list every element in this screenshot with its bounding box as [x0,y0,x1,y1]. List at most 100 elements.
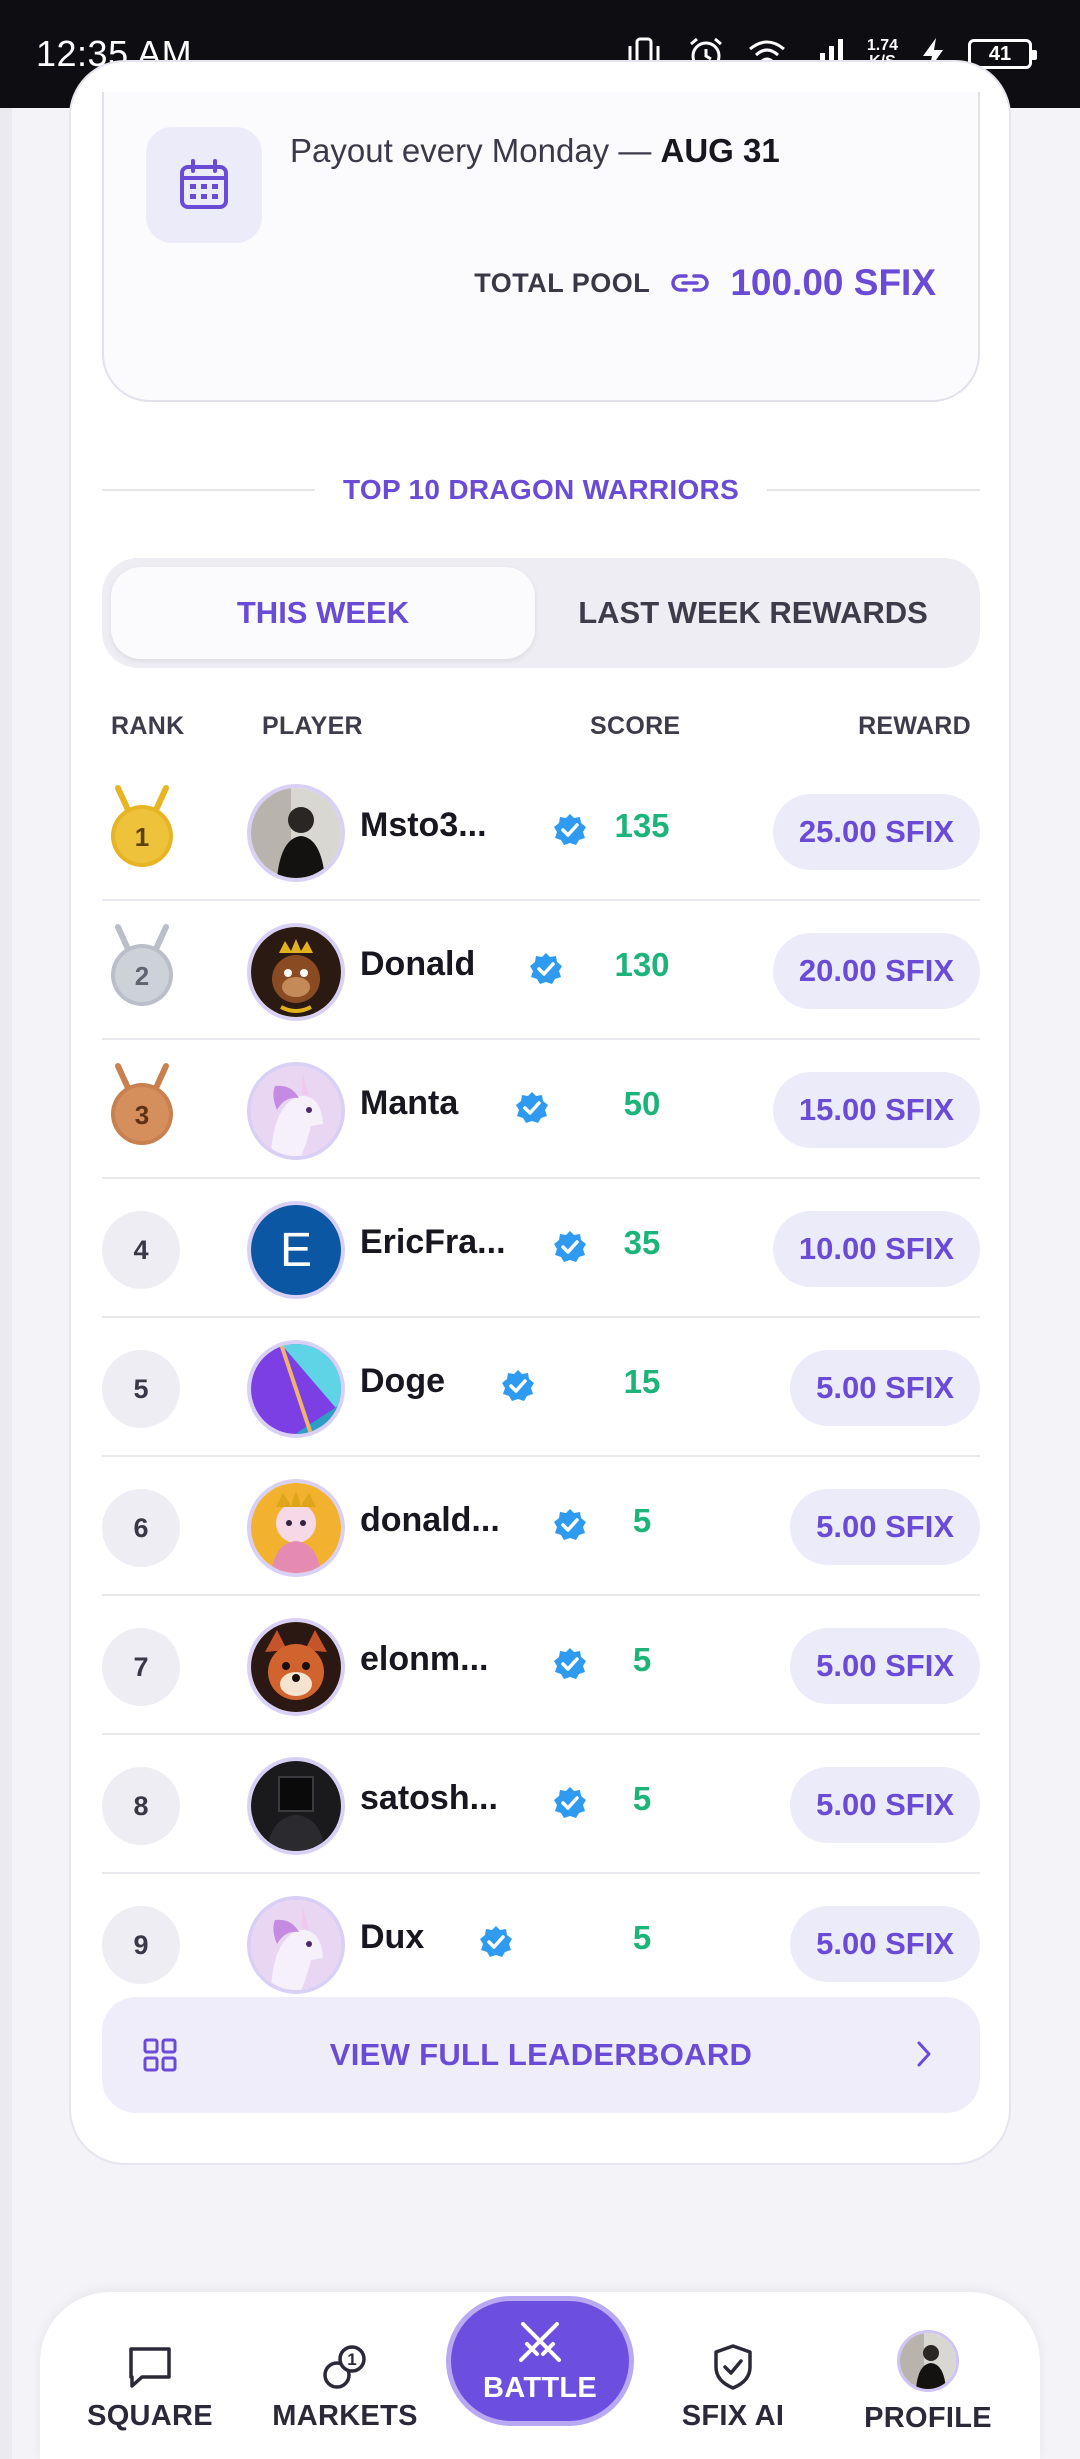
player-name[interactable]: Donald [360,945,475,984]
verified-icon [516,1092,548,1123]
player-name[interactable]: Dux [360,1918,424,1957]
table-row[interactable]: 6 donald... 5 5.00 SFIX [102,1457,980,1596]
player-name[interactable]: Msto3... [360,806,487,845]
network-speed-value: 1.74 [866,37,898,54]
player-score: 5 [632,1502,652,1539]
avatar[interactable] [247,1757,345,1855]
reward-amount: 25.00 SFIX [798,814,954,849]
crossed-swords-icon [519,2321,561,2362]
player-score: 130 [614,946,670,983]
reward-amount: 5.00 SFIX [816,1648,954,1683]
rank-badge: 4 [102,1211,180,1289]
reward-pill: 5.00 SFIX [790,1628,980,1704]
avatar-letter: E [279,1223,312,1277]
nav-square[interactable]: SQUARE [60,2292,240,2459]
avatar[interactable] [247,1618,345,1716]
avatar[interactable] [247,923,345,1021]
divider [767,489,981,491]
avatar[interactable] [247,1896,345,1994]
reward-amount: 10.00 SFIX [798,1231,954,1266]
column-rank: RANK [111,712,185,740]
avatar [897,2330,959,2392]
verified-icon [480,1926,512,1957]
total-pool-label: TOTAL POOL [474,267,651,298]
table-row[interactable]: 4 E EricFra... 35 10.00 SFIX [102,1179,980,1318]
total-pool-value: 100.00 SFIX [730,262,936,303]
reward-amount: 5.00 SFIX [816,1926,954,1961]
player-name[interactable]: Doge [360,1362,445,1401]
reward-amount: 20.00 SFIX [798,953,954,988]
rank-badge: 8 [102,1767,180,1845]
payout-date: AUG 31 [660,132,780,169]
avatar[interactable] [247,1479,345,1577]
player-score: 5 [632,1641,652,1678]
rank-number: 2 [135,961,149,991]
reward-amount: 5.00 SFIX [816,1370,954,1405]
nav-battle[interactable]: BATTLE [446,2296,634,2426]
nav-markets[interactable]: 1 MARKETS [255,2292,435,2459]
table-row[interactable]: 1 Msto3... 135 25.00 SFIX [102,762,980,901]
calendar-icon [180,159,228,209]
nav-markets-label: MARKETS [272,2400,418,2432]
markets-badge-text: 1 [347,2350,356,2369]
tab-this-week[interactable]: THIS WEEK [111,567,535,659]
gold-medal-icon: 1 [111,785,173,867]
reward-amount: 5.00 SFIX [816,1787,954,1822]
avatar[interactable]: E [247,1201,345,1299]
reward-amount: 5.00 SFIX [816,1509,954,1544]
reward-pill: 25.00 SFIX [772,794,980,870]
reward-pill: 10.00 SFIX [772,1211,980,1287]
table-row[interactable]: 2 Donald 130 20.00 SFIX [102,901,980,1040]
payout-text: Payout every Monday — [290,132,661,169]
avatar[interactable] [247,1062,345,1160]
table-row[interactable]: 7 elonm... 5 5.00 SFIX [102,1596,980,1735]
link-icon[interactable] [670,270,710,296]
table-header: RANK PLAYER SCORE REWARD [102,708,980,748]
chat-bubble-icon [129,2347,171,2388]
avatar[interactable] [247,784,345,882]
nav-profile-label: PROFILE [864,2402,992,2434]
rank-number: 3 [135,1100,149,1130]
table-row[interactable]: 9 Dux 5 5.00 SFIX [102,1874,980,2013]
reward-pill: 15.00 SFIX [772,1072,980,1148]
payout-schedule: Payout every Monday — AUG 31 [290,132,780,170]
reward-pill: 5.00 SFIX [790,1489,980,1565]
rank-badge: 7 [102,1628,180,1706]
silver-medal-icon: 2 [111,924,173,1006]
player-score: 5 [632,1919,652,1956]
divider [102,489,315,491]
player-name[interactable]: elonm... [360,1640,488,1679]
tab-last-week-rewards[interactable]: LAST WEEK REWARDS [535,567,971,659]
player-name[interactable]: donald... [360,1501,500,1540]
player-name[interactable]: satosh... [360,1779,498,1818]
avatar[interactable] [247,1340,345,1438]
player-score: 50 [623,1085,661,1122]
rank-badge: 5 [102,1350,180,1428]
nav-sfix-ai[interactable]: SFIX AI [643,2292,823,2459]
reward-pill: 5.00 SFIX [790,1906,980,1982]
view-full-leaderboard-button[interactable]: VIEW FULL LEADERBOARD [102,1997,980,2113]
battery-level: 41 [988,42,1012,65]
calendar-tile [146,127,262,243]
player-name[interactable]: Manta [360,1084,458,1123]
table-row[interactable]: 3 Manta 50 15.00 SFIX [102,1040,980,1179]
table-row[interactable]: 8 satosh... 5 5.00 SFIX [102,1735,980,1874]
reward-pill: 5.00 SFIX [790,1350,980,1426]
player-score: 35 [623,1224,661,1261]
shield-check-icon [714,2344,752,2390]
player-name[interactable]: EricFra... [360,1223,506,1262]
view-full-leaderboard-label: VIEW FULL LEADERBOARD [329,2037,753,2072]
nav-battle-label: BATTLE [482,2371,598,2404]
payout-box: Payout every Monday — AUG 31 TOTAL POOL … [102,92,980,402]
leaderboard-rows: 1 Msto3... 135 25.00 SFIX 2 Donald 130 2… [102,762,980,2013]
nav-profile[interactable]: PROFILE [838,2292,1018,2459]
bronze-medal-icon: 3 [111,1063,173,1145]
reward-amount: 15.00 SFIX [798,1092,954,1127]
leaderboard-title: TOP 10 DRAGON WARRIORS [342,474,740,505]
leaderboard-tabs: THIS WEEK LAST WEEK REWARDS [102,558,980,668]
column-score: SCORE [590,712,681,740]
verified-icon [502,1370,534,1401]
table-row[interactable]: 5 Doge 15 5.00 SFIX [102,1318,980,1457]
column-reward: REWARD [858,712,971,740]
leaderboard-card: Payout every Monday — AUG 31 TOTAL POOL … [69,60,1011,2165]
